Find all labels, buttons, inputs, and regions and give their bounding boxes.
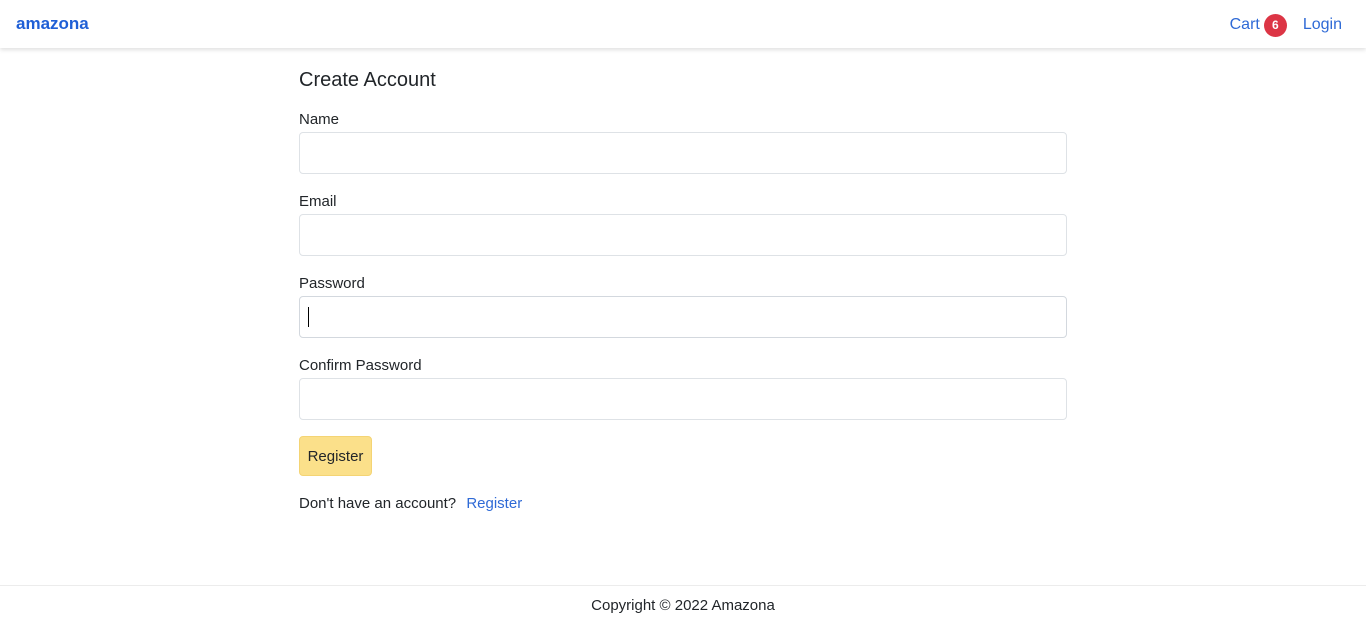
confirm-password-input[interactable] xyxy=(299,378,1067,420)
confirm-password-label: Confirm Password xyxy=(299,357,422,374)
email-label: Email xyxy=(299,193,337,210)
login-link[interactable]: Login xyxy=(1303,15,1342,35)
brand-logo-link[interactable]: amazona xyxy=(16,14,89,34)
page-title: Create Account xyxy=(299,69,436,91)
top-navbar: amazona Cart 6 Login xyxy=(0,0,1366,48)
text-caret xyxy=(308,307,309,327)
name-input[interactable] xyxy=(299,132,1067,174)
account-prompt-text: Don't have an account? xyxy=(299,495,457,512)
nav-links: Cart 6 Login xyxy=(1230,12,1342,38)
password-field-wrapper xyxy=(299,296,1067,338)
password-input[interactable] xyxy=(299,296,1067,338)
cart-link[interactable]: Cart 6 xyxy=(1229,13,1287,37)
password-label: Password xyxy=(299,275,365,292)
cart-label: Cart xyxy=(1229,16,1260,33)
name-label: Name xyxy=(299,111,340,128)
copyright-text: Copyright © 2022 Amazona xyxy=(591,597,775,614)
page-footer: Copyright © 2022 Amazona xyxy=(0,585,1366,625)
register-link[interactable]: Register xyxy=(466,495,522,512)
account-prompt-line: Don't have an account? Register xyxy=(299,495,522,513)
email-input[interactable] xyxy=(299,214,1067,256)
register-button[interactable]: Register xyxy=(299,436,372,476)
cart-count-badge: 6 xyxy=(1263,13,1287,37)
